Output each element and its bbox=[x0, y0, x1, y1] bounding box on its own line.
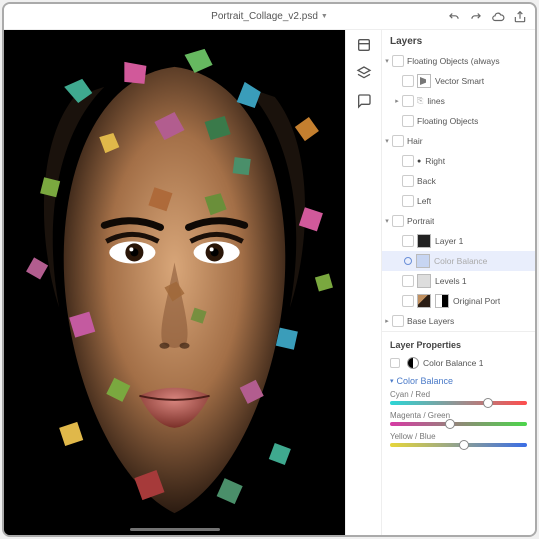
layer-thumb-icon bbox=[417, 234, 431, 248]
slider-knob[interactable] bbox=[445, 419, 455, 429]
layer-label: Portrait bbox=[407, 216, 434, 226]
canvas-area[interactable] bbox=[4, 30, 345, 535]
layer-label: Color Balance bbox=[434, 256, 487, 266]
undo-icon[interactable] bbox=[447, 10, 461, 24]
home-indicator bbox=[130, 528, 220, 531]
layer-label: Back bbox=[417, 176, 436, 186]
layer-group-lines[interactable]: ▸ ⎘ lines bbox=[382, 91, 535, 111]
document-title[interactable]: Portrait_Collage_v2.psd bbox=[211, 11, 318, 22]
layers-icon[interactable] bbox=[355, 64, 373, 82]
chevron-down-icon: ▾ bbox=[390, 377, 394, 385]
layer-label: Base Layers bbox=[407, 316, 454, 326]
chevron-down-icon[interactable]: ▾ bbox=[382, 57, 392, 65]
layer-thumb-icon bbox=[417, 294, 431, 308]
layer-group-floating-always[interactable]: ▾ Floating Objects (always bbox=[382, 51, 535, 71]
visibility-icon[interactable] bbox=[390, 358, 400, 368]
layer-hair-right[interactable]: ● Right bbox=[382, 151, 535, 171]
title-bar: Portrait_Collage_v2.psd ▼ bbox=[4, 4, 535, 30]
slider-cyan-red[interactable]: Cyan / Red bbox=[382, 388, 535, 409]
visibility-icon[interactable] bbox=[402, 75, 414, 87]
adjustment-row[interactable]: Color Balance 1 bbox=[382, 354, 535, 372]
layer-label: lines bbox=[427, 96, 444, 106]
layer-floating-objects[interactable]: Floating Objects bbox=[382, 111, 535, 131]
slider-label: Magenta / Green bbox=[390, 411, 527, 420]
visibility-icon[interactable] bbox=[392, 215, 404, 227]
slider-track[interactable] bbox=[390, 443, 527, 447]
layer-hair-left[interactable]: Left bbox=[382, 191, 535, 211]
slider-yellow-blue[interactable]: Yellow / Blue bbox=[382, 430, 535, 451]
slider-knob[interactable] bbox=[483, 398, 493, 408]
layers-panel: Layers ▾ Floating Objects (always Vector … bbox=[381, 30, 535, 535]
slider-label: Yellow / Blue bbox=[390, 432, 527, 441]
layer-label: Left bbox=[417, 196, 431, 206]
chevron-down-icon[interactable]: ▼ bbox=[321, 13, 328, 20]
layer-label: Hair bbox=[407, 136, 423, 146]
visibility-icon[interactable] bbox=[402, 195, 414, 207]
right-toolbar bbox=[345, 30, 381, 535]
slider-track[interactable] bbox=[390, 401, 527, 405]
layer-label: Vector Smart bbox=[435, 76, 484, 86]
linked-icon: ⎘ bbox=[417, 96, 423, 106]
layer-properties-title: Layer Properties bbox=[382, 332, 535, 354]
tablet-frame: Portrait_Collage_v2.psd ▼ bbox=[2, 2, 537, 537]
adjustment-dot-icon bbox=[404, 257, 412, 265]
layers-panel-title: Layers bbox=[382, 30, 535, 51]
canvas-artwork bbox=[4, 30, 345, 535]
visibility-icon[interactable] bbox=[392, 315, 404, 327]
share-icon[interactable] bbox=[513, 10, 527, 24]
redo-icon[interactable] bbox=[469, 10, 483, 24]
layer-original-portrait[interactable]: Original Port bbox=[382, 291, 535, 311]
layer-group-portrait[interactable]: ▾ Portrait bbox=[382, 211, 535, 231]
layer-properties-panel: Layer Properties Color Balance 1 ▾Color … bbox=[382, 331, 535, 451]
chevron-down-icon[interactable]: ▾ bbox=[382, 217, 392, 225]
bullet-icon: ● bbox=[417, 158, 421, 165]
visibility-icon[interactable] bbox=[402, 95, 414, 107]
layer-label: Original Port bbox=[453, 296, 500, 306]
visibility-icon[interactable] bbox=[402, 175, 414, 187]
visibility-icon[interactable] bbox=[402, 275, 414, 287]
layer-label: Floating Objects (always bbox=[407, 56, 500, 66]
layer-thumb-icon bbox=[417, 274, 431, 288]
layer-layer1[interactable]: Layer 1 bbox=[382, 231, 535, 251]
layer-hair-back[interactable]: Back bbox=[382, 171, 535, 191]
layer-color-balance[interactable]: Color Balance bbox=[382, 251, 535, 271]
adjustment-icon bbox=[407, 357, 419, 369]
section-title: Color Balance bbox=[397, 376, 454, 386]
visibility-icon[interactable] bbox=[392, 55, 404, 67]
chevron-right-icon[interactable]: ▸ bbox=[382, 317, 392, 325]
chevron-right-icon[interactable]: ▸ bbox=[392, 97, 402, 105]
layer-group-base[interactable]: ▸ Base Layers bbox=[382, 311, 535, 331]
adjustment-name: Color Balance 1 bbox=[423, 358, 483, 368]
properties-icon[interactable] bbox=[355, 36, 373, 54]
visibility-icon[interactable] bbox=[402, 155, 414, 167]
comments-icon[interactable] bbox=[355, 92, 373, 110]
visibility-icon[interactable] bbox=[402, 235, 414, 247]
visibility-icon[interactable] bbox=[402, 115, 414, 127]
layer-thumb-icon bbox=[417, 74, 431, 88]
layer-label: Layer 1 bbox=[435, 236, 463, 246]
chevron-down-icon[interactable]: ▾ bbox=[382, 137, 392, 145]
slider-knob[interactable] bbox=[459, 440, 469, 450]
layer-label: Levels 1 bbox=[435, 276, 467, 286]
visibility-icon[interactable] bbox=[402, 295, 414, 307]
slider-magenta-green[interactable]: Magenta / Green bbox=[382, 409, 535, 430]
slider-label: Cyan / Red bbox=[390, 390, 527, 399]
visibility-icon[interactable] bbox=[392, 135, 404, 147]
cloud-icon[interactable] bbox=[491, 10, 505, 24]
layer-thumb-icon bbox=[416, 254, 430, 268]
slider-track[interactable] bbox=[390, 422, 527, 426]
layer-vector-smart[interactable]: Vector Smart bbox=[382, 71, 535, 91]
layer-levels1[interactable]: Levels 1 bbox=[382, 271, 535, 291]
mask-thumb-icon bbox=[435, 294, 449, 308]
color-balance-section[interactable]: ▾Color Balance bbox=[382, 372, 535, 388]
layer-label: Floating Objects bbox=[417, 116, 478, 126]
layer-label: Right bbox=[425, 156, 445, 166]
layer-group-hair[interactable]: ▾ Hair bbox=[382, 131, 535, 151]
